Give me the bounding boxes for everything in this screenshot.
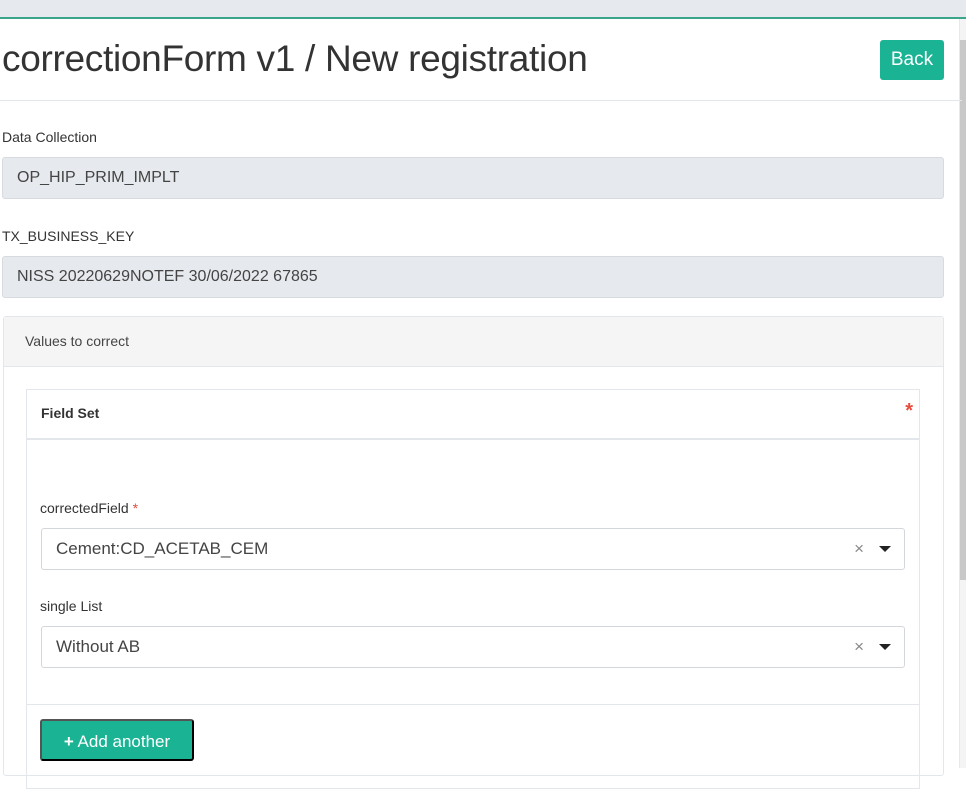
chevron-down-icon[interactable] (879, 644, 891, 650)
page-title: correctionForm v1 / New registration (2, 38, 588, 79)
single-list-select[interactable]: Without AB × (41, 626, 905, 668)
corrected-field-select[interactable]: Cement:CD_ACETAB_CEM × (41, 528, 905, 570)
clear-icon[interactable]: × (854, 529, 864, 569)
plus-icon: + (63, 732, 74, 751)
corrected-field-label-text: correctedField (40, 500, 129, 516)
scrollbar-thumb[interactable] (960, 40, 966, 580)
corrected-field-value: Cement:CD_ACETAB_CEM (56, 539, 269, 558)
chevron-down-icon[interactable] (879, 546, 891, 552)
single-list-label: single List (40, 598, 103, 614)
tx-business-key-field: NISS 20220629NOTEF 30/06/2022 67865 (2, 256, 944, 298)
tx-business-key-label: TX_BUSINESS_KEY (2, 228, 135, 244)
panel-title: Values to correct (4, 317, 943, 367)
single-list-value: Without AB (56, 637, 141, 656)
data-collection-label: Data Collection (2, 129, 97, 145)
back-button[interactable]: Back (880, 40, 944, 80)
top-bar (0, 0, 966, 19)
required-icon: * (905, 400, 913, 422)
required-icon: * (132, 500, 139, 516)
divider (0, 100, 962, 101)
clear-icon[interactable]: × (854, 627, 864, 667)
corrected-field-label: correctedField * (40, 500, 138, 516)
add-another-label: Add another (77, 732, 171, 751)
divider (27, 704, 919, 705)
data-collection-field: OP_HIP_PRIM_IMPLT (2, 157, 944, 199)
field-set-title: Field Set (41, 405, 100, 421)
field-set-header: Field Set * (27, 390, 919, 440)
add-another-button[interactable]: + Add another (40, 719, 194, 761)
